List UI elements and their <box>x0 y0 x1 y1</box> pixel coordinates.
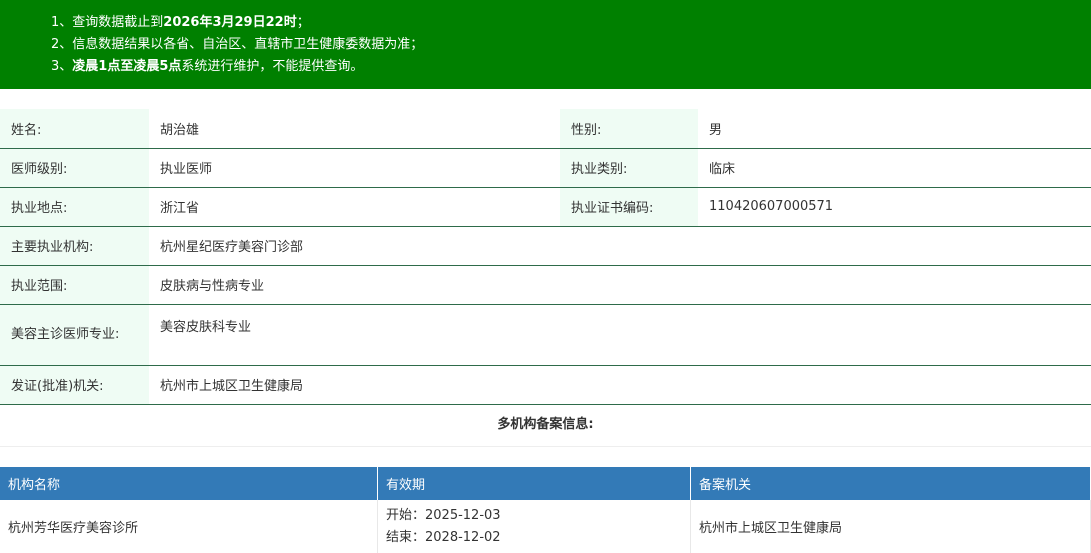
cosmetic-value: 美容皮肤科专业 <box>149 304 1091 366</box>
info-row-name: 姓名: 胡治雄 性别: 男 <box>0 109 1091 149</box>
validity-end: 结束：2028-12-02 <box>386 529 501 545</box>
category-label: 执业类别: <box>560 148 698 188</box>
info-row-scope: 执业范围: 皮肤病与性病专业 <box>0 265 1091 305</box>
notice-line-2: 2、信息数据结果以各省、自治区、直辖市卫生健康委数据为准； <box>51 37 424 52</box>
registration-validity: 开始：2025-12-03 结束：2028-12-02 <box>377 500 691 553</box>
name-label: 姓名: <box>0 109 149 149</box>
validity-start: 开始：2025-12-03 <box>386 507 501 523</box>
level-value: 执业医师 <box>149 148 560 188</box>
info-row-level: 医师级别: 执业医师 执业类别: 临床 <box>0 148 1091 188</box>
cert-value: 110420607000571 <box>698 187 1091 227</box>
registration-table: 机构名称 有效期 备案机关 杭州芳华医疗美容诊所 开始：2025-12-03 结… <box>0 467 1091 553</box>
registration-header-row: 机构名称 有效期 备案机关 <box>0 467 1091 500</box>
category-value: 临床 <box>698 148 1091 188</box>
location-label: 执业地点: <box>0 187 149 227</box>
doctor-info-table: 姓名: 胡治雄 性别: 男 医师级别: 执业医师 执业类别: 临床 执业地点: … <box>0 109 1091 405</box>
info-row-issuer: 发证(批准)机关: 杭州市上城区卫生健康局 <box>0 365 1091 405</box>
notice-banner: 1、查询数据截止到2026年3月29日22时； 2、信息数据结果以各省、自治区、… <box>0 0 1091 89</box>
gender-label: 性别: <box>560 109 698 149</box>
info-row-org: 主要执业机构: 杭州星纪医疗美容门诊部 <box>0 226 1091 266</box>
multi-registration-title: 多机构备案信息: <box>0 404 1091 447</box>
registration-authority: 杭州市上城区卫生健康局 <box>690 500 1091 553</box>
cert-label: 执业证书编码: <box>560 187 698 227</box>
name-value: 胡治雄 <box>149 109 560 149</box>
cosmetic-label: 美容主诊医师专业: <box>0 304 149 366</box>
notice-line-1: 1、查询数据截止到2026年3月29日22时； <box>51 15 310 30</box>
issuer-label: 发证(批准)机关: <box>0 365 149 405</box>
issuer-value: 杭州市上城区卫生健康局 <box>149 365 1091 405</box>
col-header-validity: 有效期 <box>377 467 691 500</box>
col-header-org: 机构名称 <box>0 467 378 500</box>
registration-org: 杭州芳华医疗美容诊所 <box>0 500 378 553</box>
level-label: 医师级别: <box>0 148 149 188</box>
scope-label: 执业范围: <box>0 265 149 305</box>
org-label: 主要执业机构: <box>0 226 149 266</box>
location-value: 浙江省 <box>149 187 560 227</box>
org-value: 杭州星纪医疗美容门诊部 <box>149 226 1091 266</box>
gender-value: 男 <box>698 109 1091 149</box>
notice-line-3: 3、凌晨1点至凌晨5点系统进行维护，不能提供查询。 <box>51 59 364 74</box>
scope-value: 皮肤病与性病专业 <box>149 265 1091 305</box>
col-header-authority: 备案机关 <box>690 467 1091 500</box>
info-row-cosmetic: 美容主诊医师专业: 美容皮肤科专业 <box>0 304 1091 366</box>
info-row-location: 执业地点: 浙江省 执业证书编码: 110420607000571 <box>0 187 1091 227</box>
table-row: 杭州芳华医疗美容诊所 开始：2025-12-03 结束：2028-12-02 杭… <box>0 500 1091 553</box>
